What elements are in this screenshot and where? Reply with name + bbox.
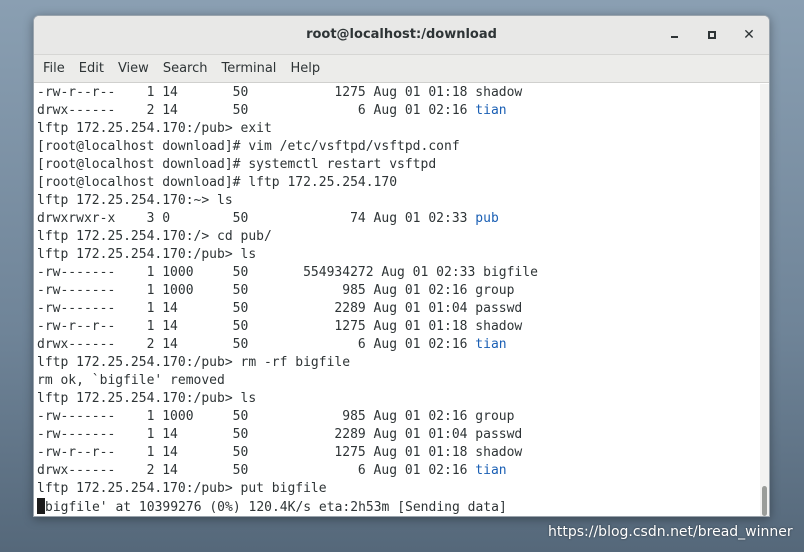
terminal-line: [root@localhost download]# systemctl res…	[37, 156, 762, 174]
terminal-line: drwx------ 2 14 50 6 Aug 01 02:16 tian	[37, 336, 762, 354]
terminal-line-text: lftp 172.25.254.170:/pub> exit	[37, 121, 272, 136]
terminal-line: -rw------- 1 14 50 2289 Aug 01 01:04 pas…	[37, 300, 762, 318]
directory-name: tian	[475, 103, 507, 118]
terminal-line-text: [root@localhost download]# lftp 172.25.2…	[37, 175, 398, 190]
terminal-line-text: drwx------ 2 14 50 6 Aug 01 02:16	[37, 463, 476, 478]
menu-search[interactable]: Search	[157, 56, 214, 82]
terminal-line: -rw-r--r-- 1 14 50 1275 Aug 01 01:18 sha…	[37, 444, 762, 462]
menu-bar: File Edit View Search Terminal Help	[34, 55, 769, 83]
terminal-line: drwx------ 2 14 50 6 Aug 01 02:16 tian	[37, 102, 762, 120]
close-button[interactable]: ✕	[738, 25, 760, 45]
window-title: root@localhost:/download	[306, 27, 497, 42]
terminal-line-text: [root@localhost download]# vim /etc/vsft…	[37, 139, 460, 154]
terminal-line-text: lftp 172.25.254.170:/pub> rm -rf bigfile	[37, 355, 351, 370]
terminal-line: rm ok, `bigfile' removed	[37, 372, 762, 390]
terminal-line: -rw-r--r-- 1 14 50 1275 Aug 01 01:18 sha…	[37, 318, 762, 336]
menu-terminal[interactable]: Terminal	[215, 56, 282, 82]
terminal-line: lftp 172.25.254.170:/pub> rm -rf bigfile	[37, 354, 762, 372]
watermark-text: https://blog.csdn.net/bread_winner	[548, 524, 793, 540]
terminal-line-text: -rw------- 1 1000 50 985 Aug 01 02:16 gr…	[37, 283, 515, 298]
terminal-line-text: -rw-r--r-- 1 14 50 1275 Aug 01 01:18 sha…	[37, 319, 523, 334]
terminal-line-text: lftp 172.25.254.170:/pub> ls	[37, 391, 257, 406]
title-bar[interactable]: root@localhost:/download ✕	[34, 16, 769, 55]
menu-file[interactable]: File	[37, 56, 71, 82]
directory-name: tian	[475, 463, 507, 478]
terminal-line: drwx------ 2 14 50 6 Aug 01 02:16 tian	[37, 462, 762, 480]
terminal-line-text: drwx------ 2 14 50 6 Aug 01 02:16	[37, 103, 476, 118]
terminal-line: lftp 172.25.254.170:/pub> ls	[37, 390, 762, 408]
maximize-icon	[708, 31, 716, 39]
terminal-line: lftp 172.25.254.170:/pub> exit	[37, 120, 762, 138]
directory-name: tian	[475, 337, 507, 352]
terminal-line: -rw------- 1 1000 50 554934272 Aug 01 02…	[37, 264, 762, 282]
terminal-line: lftp 172.25.254.170:/> cd pub/	[37, 228, 762, 246]
terminal-line: drwxrwxr-x 3 0 50 74 Aug 01 02:33 pub	[37, 210, 762, 228]
terminal-line-text: rm ok, `bigfile' removed	[37, 373, 225, 388]
terminal-line-text: lftp 172.25.254.170:/> cd pub/	[37, 229, 272, 244]
terminal-line-text: -rw------- 1 1000 50 554934272 Aug 01 02…	[37, 265, 538, 280]
terminal-current-line: bigfile' at 10399276 (0%) 120.4K/s eta:2…	[37, 498, 762, 516]
terminal-line-text: -rw-r--r-- 1 14 50 1275 Aug 01 01:18 sha…	[37, 445, 523, 460]
terminal-line-text: drwx------ 2 14 50 6 Aug 01 02:16	[37, 337, 476, 352]
text-cursor	[37, 498, 45, 514]
terminal-line-text: -rw------- 1 1000 50 985 Aug 01 02:16 gr…	[37, 409, 515, 424]
terminal-line: lftp 172.25.254.170:~> ls	[37, 192, 762, 210]
scrollbar-thumb[interactable]	[762, 486, 767, 516]
terminal-line: [root@localhost download]# lftp 172.25.2…	[37, 174, 762, 192]
terminal-output[interactable]: -rw-r--r-- 1 14 50 1275 Aug 01 01:18 sha…	[34, 84, 762, 516]
terminal-line-text: -rw------- 1 14 50 2289 Aug 01 01:04 pas…	[37, 427, 523, 442]
terminal-line-text: lftp 172.25.254.170:/pub> ls	[37, 247, 257, 262]
terminal-line-text: -rw------- 1 14 50 2289 Aug 01 01:04 pas…	[37, 301, 523, 316]
minimize-button[interactable]	[663, 25, 685, 45]
terminal-line: lftp 172.25.254.170:/pub> put bigfile	[37, 480, 762, 498]
maximize-button[interactable]	[701, 25, 723, 45]
terminal-window: root@localhost:/download ✕ File Edit Vie…	[33, 15, 770, 517]
terminal-line-text: lftp 172.25.254.170:/pub> put bigfile	[37, 481, 327, 496]
vertical-scrollbar[interactable]	[760, 84, 769, 516]
terminal-line: -rw------- 1 1000 50 985 Aug 01 02:16 gr…	[37, 408, 762, 426]
terminal-line: -rw------- 1 1000 50 985 Aug 01 02:16 gr…	[37, 282, 762, 300]
terminal-line: -rw------- 1 14 50 2289 Aug 01 01:04 pas…	[37, 426, 762, 444]
minimize-icon	[670, 36, 678, 38]
menu-edit[interactable]: Edit	[73, 56, 110, 82]
menu-view[interactable]: View	[112, 56, 155, 82]
terminal-line: [root@localhost download]# vim /etc/vsft…	[37, 138, 762, 156]
terminal-line-text: drwxrwxr-x 3 0 50 74 Aug 01 02:33	[37, 211, 476, 226]
terminal-line: lftp 172.25.254.170:/pub> ls	[37, 246, 762, 264]
menu-help[interactable]: Help	[284, 56, 326, 82]
progress-status-text: bigfile' at 10399276 (0%) 120.4K/s eta:2…	[45, 500, 507, 515]
terminal-line-text: lftp 172.25.254.170:~> ls	[37, 193, 233, 208]
terminal-line-text: -rw-r--r-- 1 14 50 1275 Aug 01 01:18 sha…	[37, 85, 523, 100]
terminal-line: -rw-r--r-- 1 14 50 1275 Aug 01 01:18 sha…	[37, 84, 762, 102]
close-icon: ✕	[743, 27, 755, 43]
directory-name: pub	[475, 211, 499, 226]
terminal-line-text: [root@localhost download]# systemctl res…	[37, 157, 437, 172]
